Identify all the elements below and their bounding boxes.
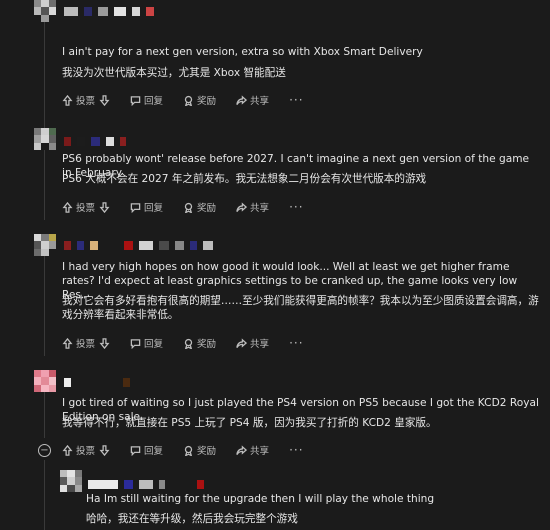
avatar[interactable] (34, 128, 56, 150)
award-label: 奖励 (197, 203, 217, 214)
comment-text-en: Ha Im still waiting for the upgrade then… (86, 493, 435, 505)
share-label: 共享 (250, 446, 270, 457)
downvote-button[interactable] (99, 94, 110, 106)
username[interactable] (64, 6, 154, 16)
avatar[interactable] (34, 234, 56, 256)
reply-label: 回复 (144, 446, 164, 457)
share-arrow-icon (236, 337, 248, 348)
upvote-button[interactable]: 投票 (62, 200, 95, 214)
arrow-down-icon (99, 444, 110, 456)
thread-line (44, 460, 45, 530)
award-button[interactable]: 奖励 (183, 443, 216, 457)
share-arrow-icon (236, 201, 248, 212)
award-label: 奖励 (197, 339, 217, 350)
award-icon (184, 445, 193, 456)
speech-bubble-icon (130, 445, 141, 456)
comment-text-zh: 我没为次世代版本买过，尤其是 Xbox 智能配送 (62, 67, 286, 79)
reply-button[interactable]: 回复 (130, 336, 163, 350)
share-arrow-icon (236, 94, 248, 105)
upvote-button[interactable]: 投票 (62, 336, 95, 350)
share-button[interactable]: 共享 (236, 93, 269, 107)
downvote-button[interactable] (99, 337, 110, 349)
username[interactable] (64, 240, 213, 250)
speech-bubble-icon (130, 95, 141, 106)
username[interactable] (64, 377, 130, 387)
arrow-down-icon (99, 94, 110, 106)
award-button[interactable]: 奖励 (183, 93, 216, 107)
upvote-button[interactable]: 投票 (62, 93, 95, 107)
share-button[interactable]: 共享 (236, 336, 269, 350)
upvote-button[interactable]: 投票 (62, 443, 95, 457)
award-button[interactable]: 奖励 (183, 336, 216, 350)
avatar[interactable] (60, 470, 82, 492)
upvote-label: 投票 (76, 446, 96, 457)
thread-line (44, 256, 45, 356)
share-label: 共享 (250, 203, 270, 214)
more-options-button[interactable]: ··· (289, 93, 303, 107)
avatar[interactable] (34, 370, 56, 392)
reply-button[interactable]: 回复 (130, 200, 163, 214)
avatar[interactable] (34, 0, 56, 22)
award-icon (184, 202, 193, 213)
collapse-thread-button[interactable]: − (38, 444, 51, 457)
arrow-down-icon (99, 201, 110, 213)
upvote-label: 投票 (76, 339, 96, 350)
award-icon (184, 338, 193, 349)
arrow-up-icon (62, 201, 73, 213)
upvote-label: 投票 (76, 96, 96, 107)
more-options-button[interactable]: ··· (289, 336, 303, 350)
comment-actions: 投票 回复 奖励 共享 ··· (62, 200, 304, 214)
arrow-up-icon (62, 94, 73, 106)
share-button[interactable]: 共享 (236, 200, 269, 214)
thread-line (44, 150, 45, 220)
comment-text-zh: PS6 大概不会在 2027 年之前发布。我无法想象二月份会有次世代版本的游戏 (62, 173, 427, 185)
comment-actions: 投票 回复 奖励 共享 ··· (62, 443, 304, 457)
downvote-button[interactable] (99, 444, 110, 456)
comment-text-zh: 哈哈，我还在等升级，然后我会玩完整个游戏 (86, 513, 298, 525)
share-label: 共享 (250, 96, 270, 107)
thread-line (44, 18, 45, 128)
award-label: 奖励 (197, 96, 217, 107)
share-button[interactable]: 共享 (236, 443, 269, 457)
award-button[interactable]: 奖励 (183, 200, 216, 214)
comment-text-zh: 我等得不行，就直接在 PS5 上玩了 PS4 版，因为我买了打折的 KCD2 皇… (62, 417, 437, 429)
username[interactable] (88, 479, 204, 489)
reply-button[interactable]: 回复 (130, 93, 163, 107)
speech-bubble-icon (130, 202, 141, 213)
arrow-down-icon (99, 337, 110, 349)
award-icon (184, 95, 193, 106)
comment-text-en: I ain't pay for a next gen version, extr… (62, 46, 423, 58)
reply-button[interactable]: 回复 (130, 443, 163, 457)
speech-bubble-icon (130, 338, 141, 349)
share-arrow-icon (236, 444, 248, 455)
reply-label: 回复 (144, 96, 164, 107)
reply-label: 回复 (144, 203, 164, 214)
upvote-label: 投票 (76, 203, 96, 214)
comment-text-zh: 我对它会有多好看抱有很高的期望……至少我们能获得更高的帧率？我本以为至少图质设置… (62, 295, 539, 321)
thread-line (44, 392, 45, 438)
username[interactable] (64, 136, 126, 146)
more-options-button[interactable]: ··· (289, 200, 303, 214)
arrow-up-icon (62, 337, 73, 349)
share-label: 共享 (250, 339, 270, 350)
comment-actions: 投票 回复 奖励 共享 ··· (62, 93, 304, 107)
comment-actions: 投票 回复 奖励 共享 ··· (62, 336, 304, 350)
more-options-button[interactable]: ··· (289, 443, 303, 457)
award-label: 奖励 (197, 446, 217, 457)
reply-label: 回复 (144, 339, 164, 350)
arrow-up-icon (62, 444, 73, 456)
downvote-button[interactable] (99, 201, 110, 213)
